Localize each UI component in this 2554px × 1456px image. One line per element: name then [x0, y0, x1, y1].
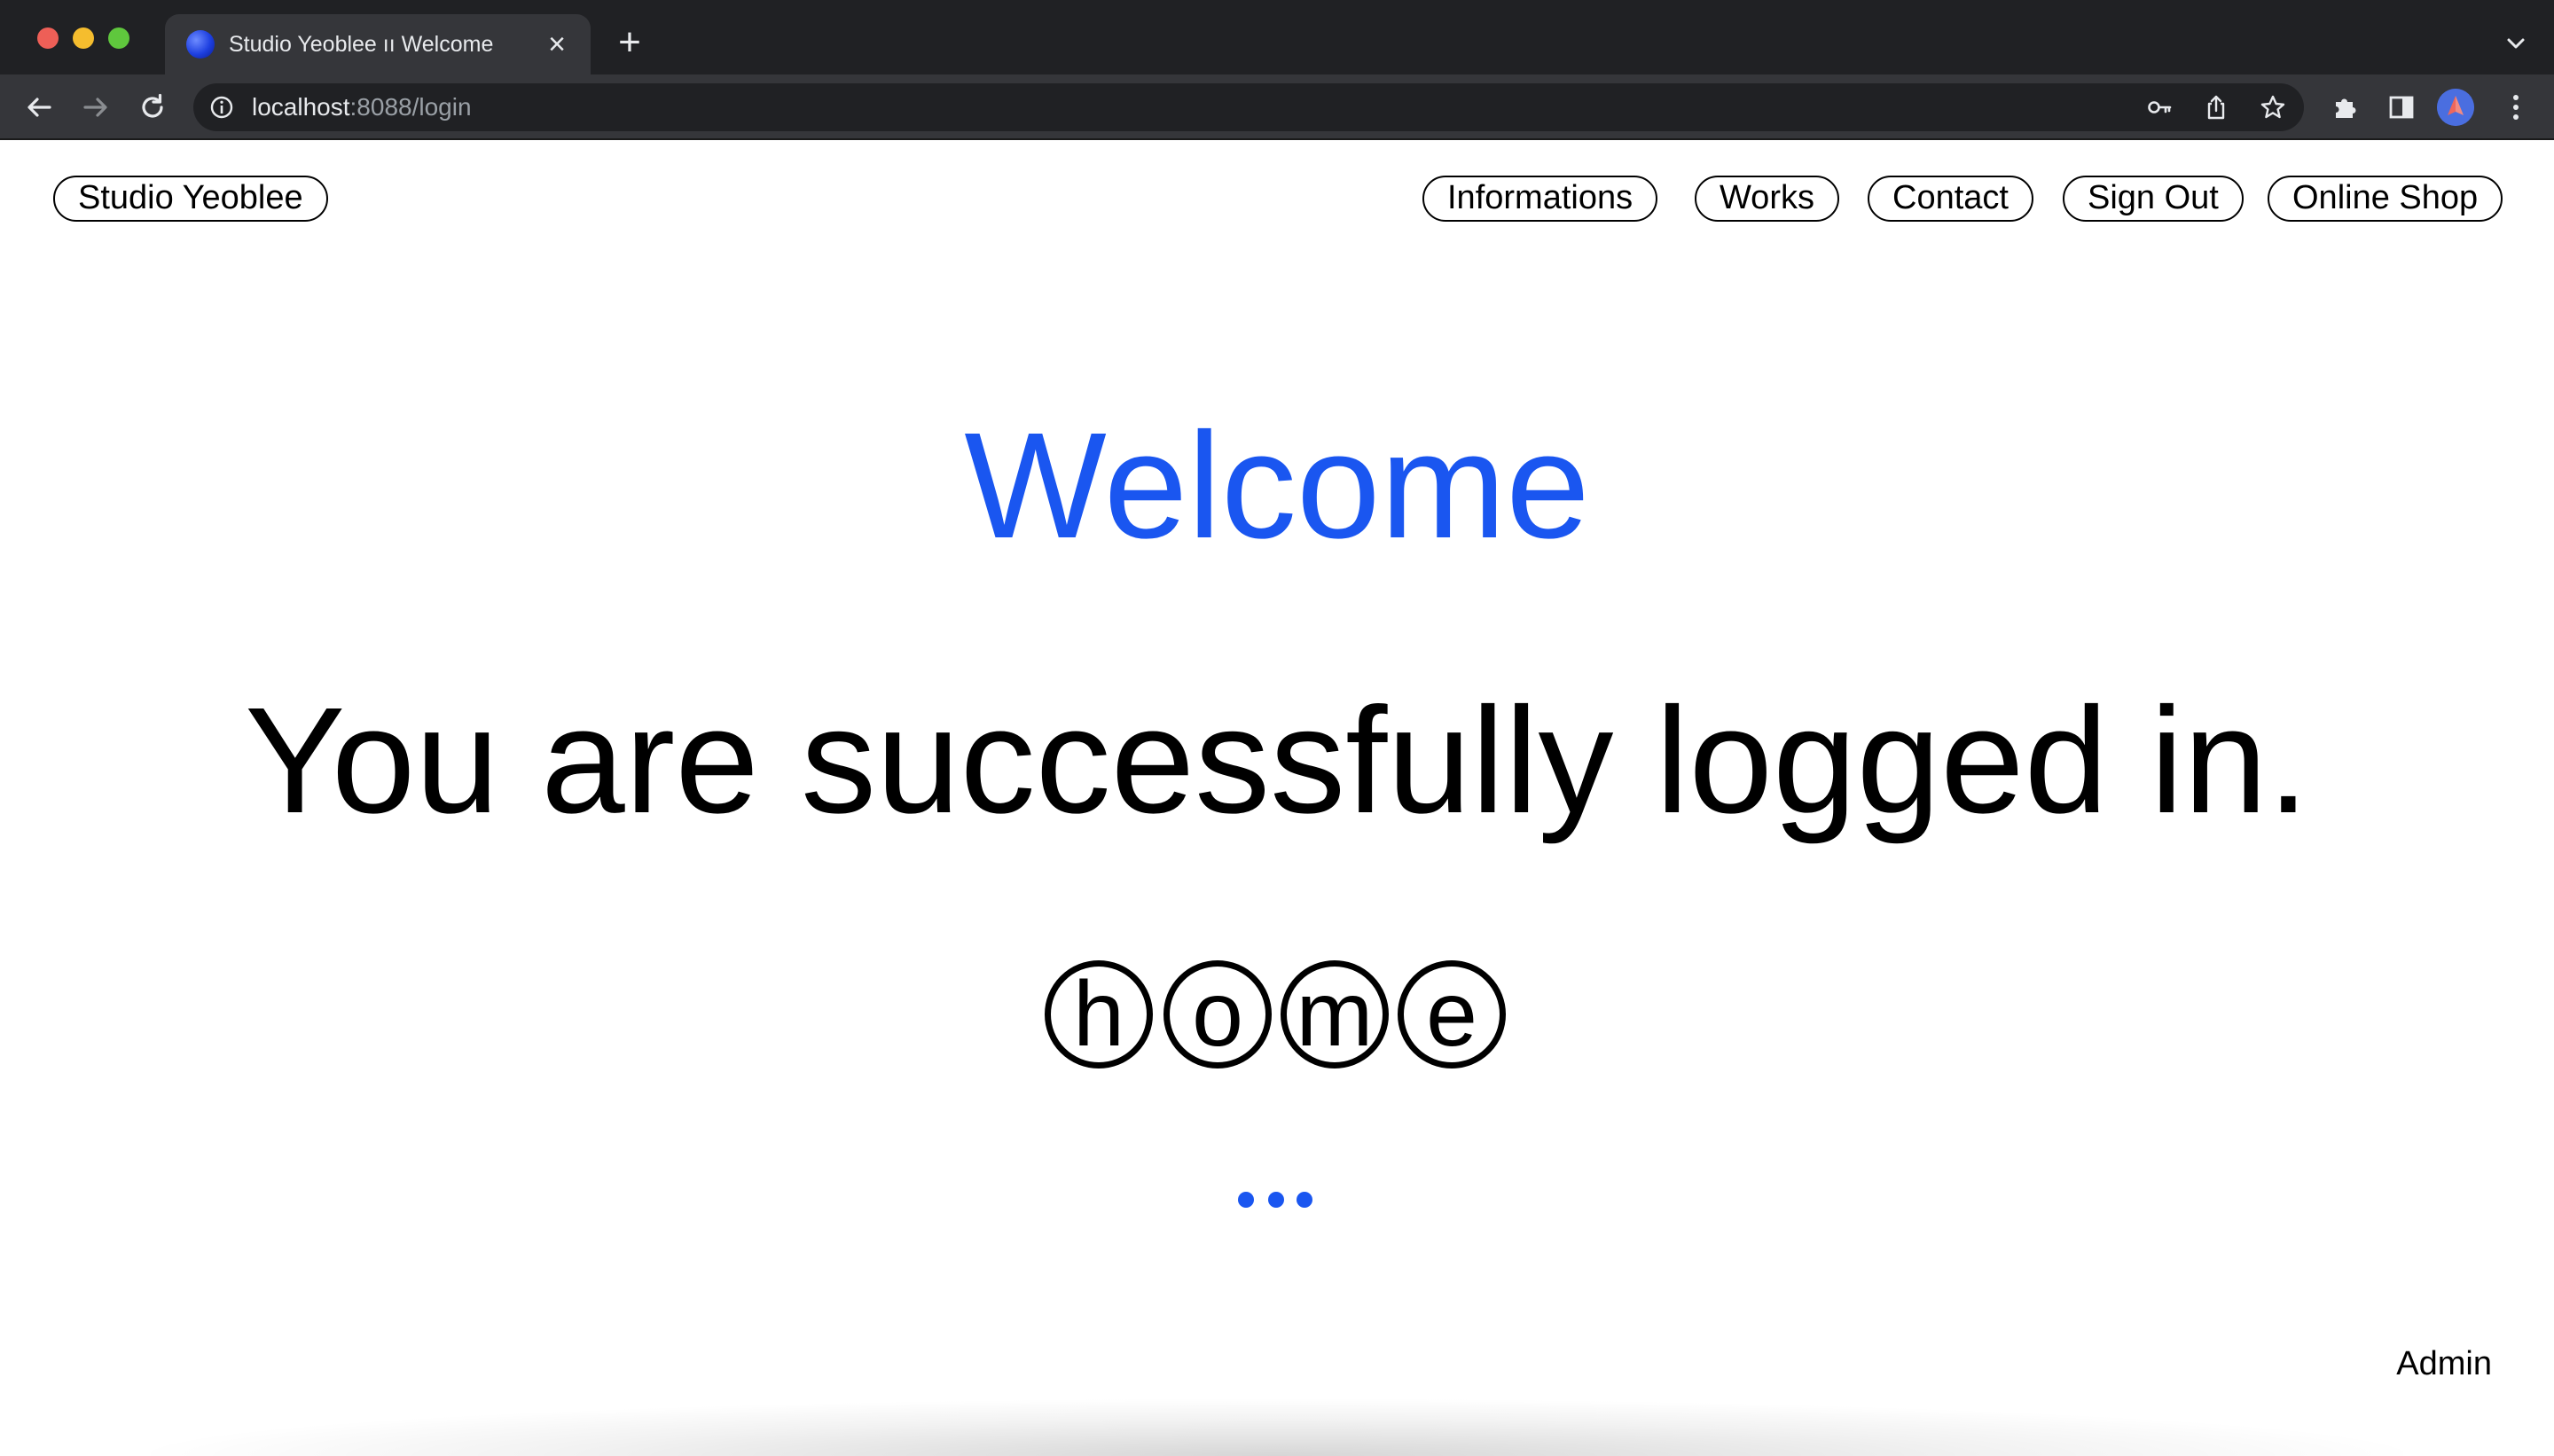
nav-contact[interactable]: Contact	[1868, 176, 2033, 222]
share-icon[interactable]	[2203, 94, 2229, 121]
reload-icon[interactable]	[135, 90, 170, 125]
info-icon[interactable]	[209, 95, 234, 120]
globe-favicon-icon	[186, 30, 215, 59]
loading-dot	[1297, 1192, 1312, 1208]
star-icon[interactable]	[2260, 94, 2286, 121]
nav-works[interactable]: Works	[1695, 176, 1839, 222]
browser-tab-active[interactable]: Studio Yeoblee ıı Welcome ×	[165, 14, 591, 74]
home-link[interactable]: h o m e	[1045, 960, 1511, 1076]
forward-arrow-icon[interactable]	[78, 90, 114, 125]
window-minimize-button[interactable]	[73, 27, 94, 49]
address-bar[interactable]: localhost:8088/login	[193, 83, 2304, 131]
loading-dot	[1268, 1192, 1284, 1208]
loading-dot	[1238, 1192, 1254, 1208]
bottom-shadow	[151, 1399, 2403, 1456]
browser-tab-bar: Studio Yeoblee ıı Welcome × +	[0, 0, 2554, 74]
plus-icon[interactable]: +	[610, 23, 649, 64]
key-icon[interactable]	[2146, 94, 2173, 121]
chevron-down-icon[interactable]	[2503, 30, 2529, 57]
profile-avatar-icon	[2437, 89, 2474, 126]
loading-dots	[1238, 1192, 1318, 1209]
url-text: localhost:8088/login	[252, 93, 472, 121]
tab-title: Studio Yeoblee ıı Welcome	[229, 32, 494, 57]
close-icon[interactable]: ×	[541, 28, 573, 60]
url-path: :8088/login	[349, 93, 472, 121]
url-host: localhost	[252, 93, 350, 121]
nav-sign-out[interactable]: Sign Out	[2063, 176, 2244, 222]
side-panel-icon[interactable]	[2387, 93, 2416, 121]
puzzle-icon[interactable]	[2331, 93, 2359, 121]
login-success-message: You are successfully logged in.	[245, 677, 2309, 845]
home-letter-m: m	[1281, 960, 1389, 1069]
home-letter-e: e	[1398, 960, 1506, 1069]
kebab-menu-icon[interactable]	[2503, 92, 2529, 122]
home-letter-o: o	[1163, 960, 1272, 1069]
welcome-heading: Welcome	[964, 402, 1590, 570]
profile-avatar[interactable]	[2437, 89, 2474, 126]
nav-online-shop[interactable]: Online Shop	[2268, 176, 2503, 222]
home-letter-h: h	[1045, 960, 1153, 1069]
window-close-button[interactable]	[37, 27, 59, 49]
nav-informations[interactable]: Informations	[1422, 176, 1658, 222]
back-arrow-icon[interactable]	[21, 90, 57, 125]
page-content: Studio Yeoblee Informations Works Contac…	[0, 140, 2554, 1456]
browser-toolbar: localhost:8088/login	[0, 74, 2554, 140]
window-zoom-button[interactable]	[108, 27, 129, 49]
admin-label[interactable]: Admin	[2396, 1344, 2492, 1383]
brand-link[interactable]: Studio Yeoblee	[53, 176, 328, 222]
